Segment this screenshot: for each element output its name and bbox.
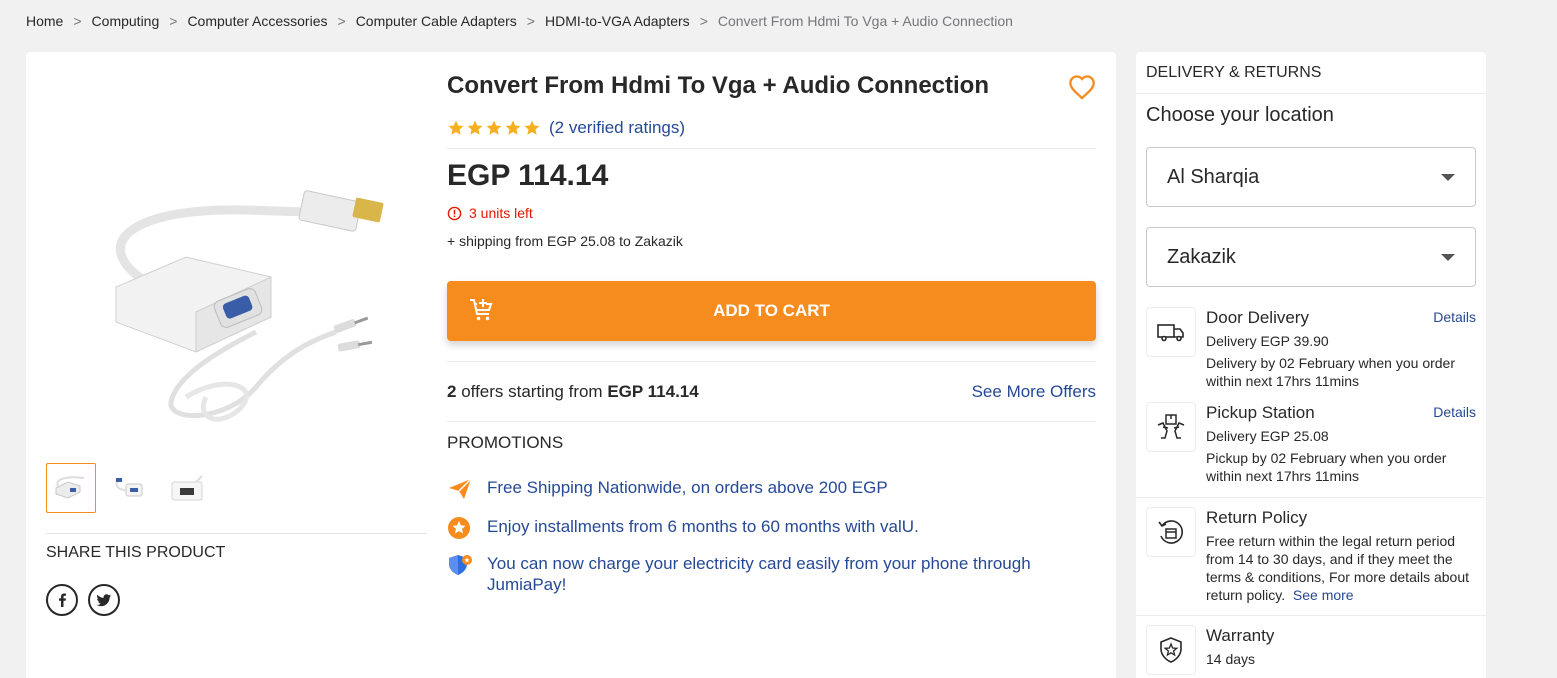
- pickup-box-icon: [1146, 402, 1196, 452]
- return-policy-desc: Free return within the legal return peri…: [1206, 532, 1476, 604]
- alert-circle-icon: [447, 206, 462, 220]
- warranty-desc: 14 days: [1206, 651, 1256, 667]
- delivery-card: DELIVERY & RETURNS Choose your location …: [1136, 52, 1486, 678]
- divider: [1136, 497, 1486, 498]
- thumbnail-1[interactable]: [46, 463, 96, 513]
- add-to-cart-button[interactable]: ADD TO CART: [447, 281, 1096, 341]
- see-more-offers-link[interactable]: See More Offers: [972, 382, 1096, 402]
- pickup-station-block: Pickup Station Delivery EGP 25.08 Pickup…: [1146, 402, 1476, 492]
- facebook-icon[interactable]: [46, 584, 78, 616]
- promotion-text: You can now charge your electricity card…: [487, 554, 1031, 594]
- breadcrumb-current: Convert From Hdmi To Vga + Audio Connect…: [717, 13, 1013, 29]
- city-select[interactable]: Zakazik: [1146, 227, 1476, 287]
- product-main-image[interactable]: [76, 182, 416, 442]
- return-box-icon: [1146, 507, 1196, 557]
- divider: [46, 533, 427, 534]
- breadcrumb: Home > Computing > Computer Accessories …: [26, 13, 1013, 29]
- warranty-text: Warranty 14 days: [1206, 625, 1476, 668]
- promotion-jumiapay[interactable]: You can now charge your electricity card…: [447, 553, 1067, 595]
- region-value: Al Sharqia: [1167, 165, 1260, 188]
- return-policy-text: Return Policy Free return within the leg…: [1206, 507, 1476, 604]
- chevron-down-icon: [1441, 173, 1455, 181]
- star-icon: [467, 120, 483, 135]
- breadcrumb-computer-accessories[interactable]: Computer Accessories: [187, 13, 327, 29]
- twitter-icon[interactable]: [88, 584, 120, 616]
- warranty-shield-icon: [1146, 625, 1196, 675]
- door-delivery-details-link[interactable]: Details: [1433, 309, 1476, 325]
- star-icon: [524, 120, 540, 135]
- star-icon: [505, 120, 521, 135]
- pickup-station-desc: Pickup by 02 February when you order wit…: [1206, 450, 1447, 484]
- shield-icon: [449, 555, 472, 575]
- offers-summary: 2 offers starting from EGP 114.14: [447, 382, 699, 402]
- pickup-station-details-link[interactable]: Details: [1433, 404, 1476, 420]
- delivery-returns-header: DELIVERY & RETURNS: [1146, 64, 1322, 81]
- breadcrumb-separator: >: [73, 13, 82, 29]
- divider: [447, 421, 1096, 422]
- share-title: SHARE THIS PRODUCT: [46, 544, 226, 561]
- breadcrumb-hdmi-to-vga[interactable]: HDMI-to-VGA Adapters: [545, 13, 690, 29]
- add-to-cart-label: ADD TO CART: [713, 301, 830, 320]
- promotion-installments[interactable]: Enjoy installments from 6 months to 60 m…: [447, 516, 919, 540]
- thumbnail-3[interactable]: [162, 463, 212, 513]
- offers-price: EGP 114.14: [607, 382, 699, 401]
- door-delivery-desc: Delivery by 02 February when you order w…: [1206, 355, 1456, 389]
- truck-icon: [1146, 307, 1196, 357]
- breadcrumb-home[interactable]: Home: [26, 13, 63, 29]
- offers-text: offers starting from: [456, 382, 608, 401]
- region-select[interactable]: Al Sharqia: [1146, 147, 1476, 207]
- breadcrumb-computing[interactable]: Computing: [92, 13, 160, 29]
- divider: [1136, 93, 1486, 94]
- chevron-down-icon: [1441, 253, 1455, 261]
- divider: [1136, 615, 1486, 616]
- paper-plane-icon: [449, 478, 472, 499]
- return-policy-title: Return Policy: [1206, 508, 1308, 527]
- divider: [447, 361, 1096, 362]
- verified-ratings-link[interactable]: (2 verified ratings): [549, 118, 685, 138]
- promotion-text: Free Shipping Nationwide, on orders abov…: [487, 478, 888, 497]
- rating-row: (2 verified ratings): [447, 118, 685, 138]
- return-policy-see-more-link[interactable]: See more: [1293, 587, 1354, 603]
- thumbnail-strip: [46, 463, 212, 513]
- city-value: Zakazik: [1167, 245, 1236, 268]
- pickup-station-fee: Delivery EGP 25.08: [1206, 428, 1329, 444]
- promotions-title: PROMOTIONS: [447, 433, 564, 452]
- stock-warning: 3 units left: [447, 205, 533, 221]
- door-delivery-block: Door Delivery Delivery EGP 39.90 Deliver…: [1146, 307, 1476, 397]
- warranty-title: Warranty: [1206, 626, 1275, 645]
- door-delivery-fee: Delivery EGP 39.90: [1206, 333, 1329, 349]
- wishlist-heart-icon[interactable]: [1068, 74, 1096, 100]
- promotion-text: Enjoy installments from 6 months to 60 m…: [487, 517, 919, 536]
- product-card: SHARE THIS PRODUCT Convert From Hdmi To …: [26, 52, 1116, 678]
- star-icon: [448, 120, 464, 135]
- shipping-info: + shipping from EGP 25.08 to Zakazik: [447, 233, 683, 249]
- breadcrumb-cable-adapters[interactable]: Computer Cable Adapters: [356, 13, 517, 29]
- warranty-block: Warranty 14 days: [1146, 625, 1476, 678]
- star-icon: [486, 120, 502, 135]
- breadcrumb-separator: >: [337, 13, 346, 29]
- breadcrumb-separator: >: [169, 13, 178, 29]
- stock-text: 3 units left: [469, 205, 533, 221]
- thumbnail-2[interactable]: [104, 463, 154, 513]
- promotion-free-shipping[interactable]: Free Shipping Nationwide, on orders abov…: [447, 477, 888, 501]
- rating-stars: [447, 119, 541, 137]
- product-title: Convert From Hdmi To Vga + Audio Connect…: [447, 72, 990, 99]
- breadcrumb-separator: >: [526, 13, 535, 29]
- add-cart-icon: [470, 299, 493, 321]
- product-price: EGP 114.14: [447, 159, 609, 192]
- choose-location-title: Choose your location: [1146, 104, 1334, 126]
- divider: [447, 148, 1096, 149]
- breadcrumb-separator: >: [699, 13, 708, 29]
- share-icons: [46, 584, 120, 616]
- star-badge-icon: [448, 517, 470, 539]
- return-policy-block: Return Policy Free return within the leg…: [1146, 507, 1476, 612]
